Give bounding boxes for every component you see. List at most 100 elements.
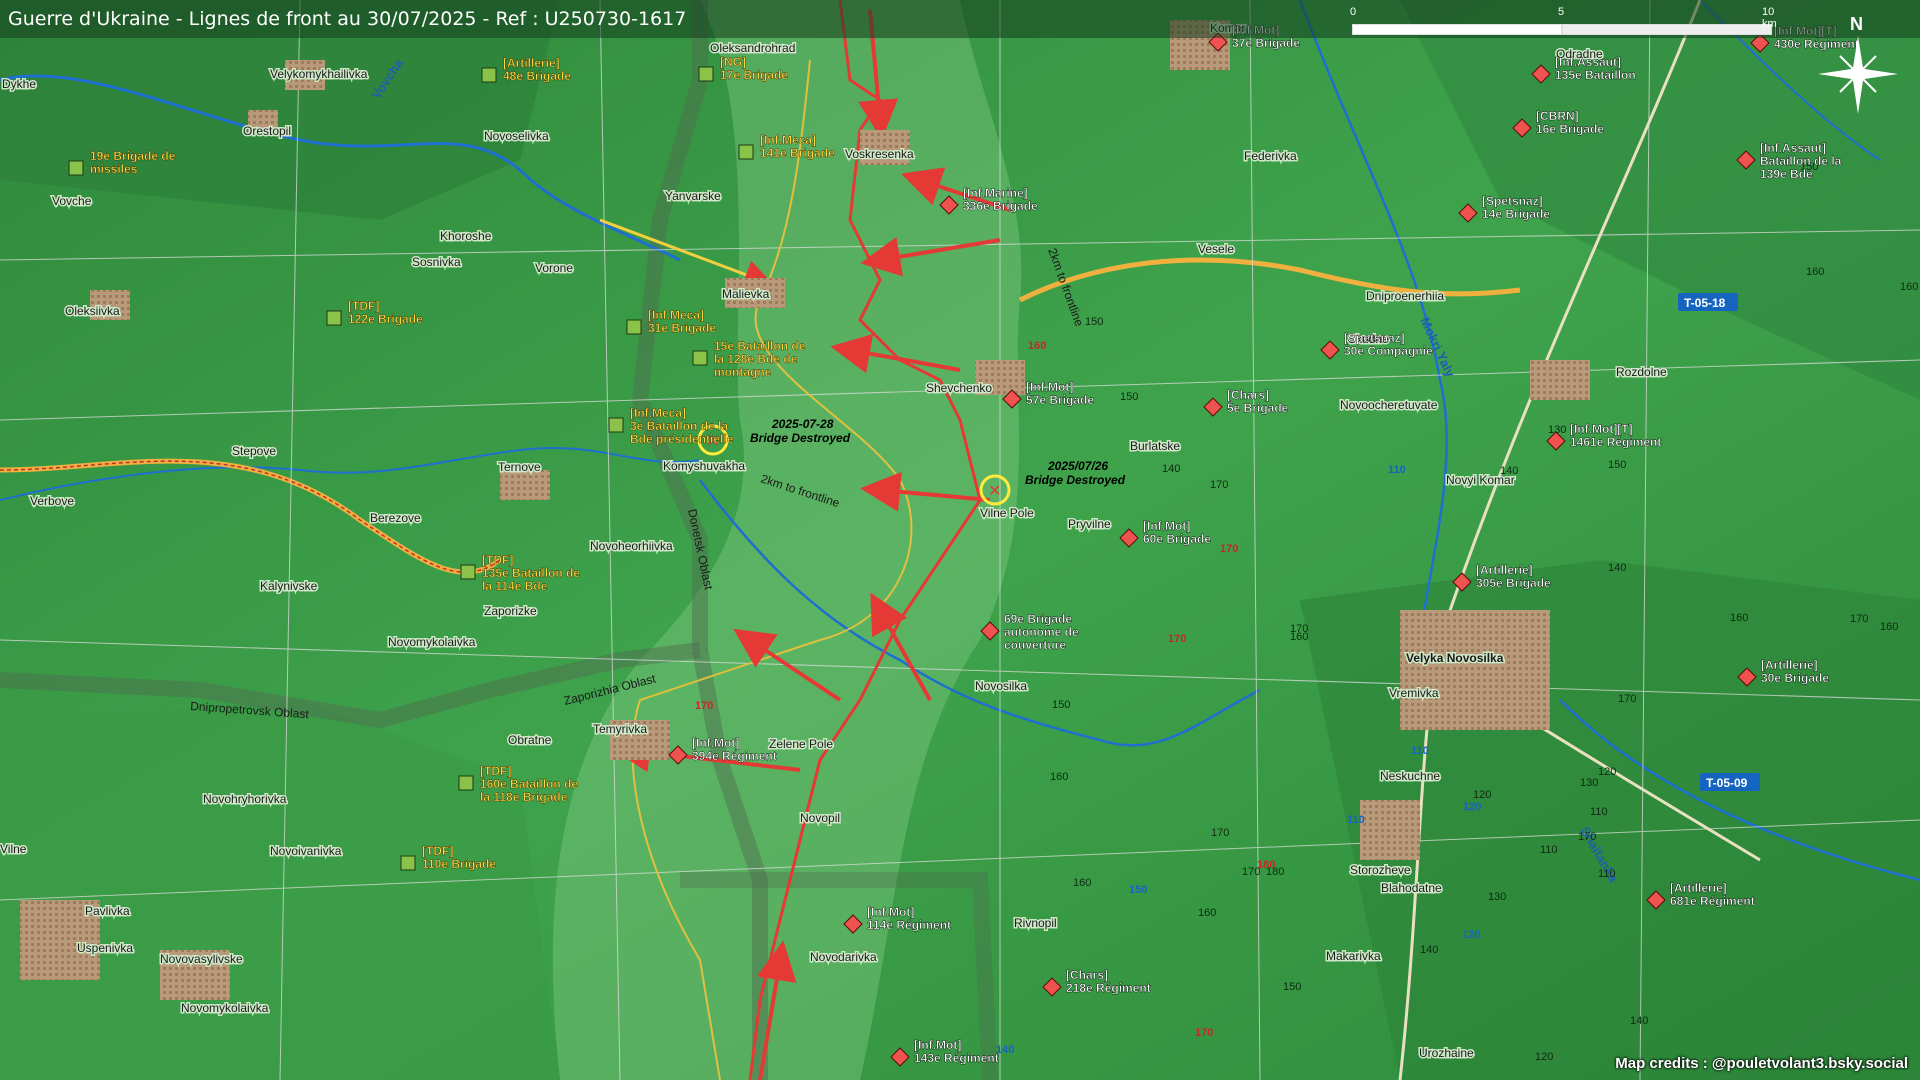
town-label: Vilne Pole <box>980 506 1034 520</box>
ukrainian-unit-icon <box>626 319 642 335</box>
road-label: T-05-09 <box>1700 773 1760 791</box>
elevation-label: 170 <box>1211 827 1229 839</box>
town-label: Novoocheretuvate <box>1340 398 1438 412</box>
town-label: Neskuchne <box>1380 769 1440 783</box>
road-label: T-05-18 <box>1678 293 1738 311</box>
elevation-label: 160 <box>1198 907 1216 919</box>
svg-text:✕: ✕ <box>988 483 1001 500</box>
map-canvas[interactable]: Velykomykhailivka Orestopil Oleksandrohrad… <box>0 0 1920 1080</box>
elevation-label: 120 <box>1535 1051 1553 1063</box>
elevation-label: 120 <box>1473 789 1491 801</box>
map-credits: Map credits : @pouletvolant3.bsky.social <box>1615 1055 1908 1072</box>
route-number: 160 <box>1028 340 1046 352</box>
route-number: 120 <box>1463 801 1481 813</box>
town-label: Khoroshe <box>440 229 492 243</box>
elevation-label: 160 <box>1050 771 1068 783</box>
elevation-label: 110 <box>1590 806 1608 818</box>
route-number: 170 <box>1220 543 1238 555</box>
elevation-label: 140 <box>1630 1015 1648 1027</box>
elevation-label: 170 <box>1850 613 1868 625</box>
elevation-label: 150 <box>1052 699 1070 711</box>
compass-icon: N <box>1818 14 1898 114</box>
town-label: Komyshuvakha <box>663 459 745 473</box>
elevation-label: 160 <box>1880 621 1898 633</box>
town-label: Novohryhorivka <box>203 792 287 806</box>
elevation-label: 140 <box>1500 465 1518 477</box>
elevation-label: 140 <box>1162 463 1180 475</box>
route-number: 110 <box>1347 814 1365 826</box>
town-label: Sosnivka <box>412 255 461 269</box>
town-label: Zelene Pole <box>769 737 833 751</box>
elevation-label: 150 <box>1283 981 1301 993</box>
elevation-label: 150 <box>1120 391 1138 403</box>
elevation-label: 110 <box>1540 844 1558 856</box>
route-number: 170 <box>695 700 713 712</box>
town-label: Dniproenerhiia <box>1366 289 1444 303</box>
scale-label: 0 <box>1350 6 1357 18</box>
town-label: Voskresenka <box>845 147 914 161</box>
elevation-label: 160 <box>1073 877 1091 889</box>
town-label: Stepove <box>232 444 276 458</box>
town-label: Velyka Novosilka <box>1406 651 1504 665</box>
ukrainian-unit-icon <box>738 144 754 160</box>
town-label: Pryvilne <box>1068 517 1111 531</box>
elevation-label: 130 <box>1580 777 1598 789</box>
elevation-label: 170 <box>1618 693 1636 705</box>
route-number: 110 <box>1388 464 1406 476</box>
ukrainian-unit-icon <box>608 417 624 433</box>
town-label: Rivnopil <box>1014 916 1057 930</box>
elevation-label: 170 <box>1210 479 1228 491</box>
ukrainian-unit-icon <box>68 160 84 176</box>
town-label: Novomykolaivka <box>181 1001 269 1015</box>
town-label: Novoivanivka <box>270 844 342 858</box>
town-label: Oleksiivka <box>65 304 120 318</box>
town-label: Vesele <box>1198 242 1234 256</box>
map-title: Guerre d'Ukraine - Lignes de front au 30… <box>8 8 687 30</box>
town-label: Berezove <box>370 511 421 525</box>
elevation-label: 110 <box>1598 868 1616 880</box>
bridge-label: Bridge Destroyed <box>750 431 851 445</box>
elevation-label: 120 <box>1598 766 1616 778</box>
elevation-label: 160 <box>1806 266 1824 278</box>
ukrainian-unit-icon <box>460 564 476 580</box>
elevation-label: 140 <box>1420 944 1438 956</box>
svg-text:N: N <box>1850 14 1863 34</box>
scale-label: 5 <box>1558 6 1565 18</box>
scale-segment <box>1352 24 1562 35</box>
town-label: Rozdolne <box>1616 365 1667 379</box>
town-label: Vovche <box>52 194 92 208</box>
town-label: Novopil <box>800 811 840 825</box>
town-label: Velykomykhailivka <box>270 67 368 81</box>
route-number: 110 <box>1411 745 1429 757</box>
town-label: Vilne <box>0 842 27 856</box>
town-label: Novovasylivske <box>160 952 243 966</box>
route-number: 170 <box>1195 1027 1213 1039</box>
ukrainian-unit-icon <box>692 350 708 366</box>
town-label: Verbove <box>30 494 74 508</box>
route-number: 120 <box>1462 929 1480 941</box>
town-label: Federivka <box>1244 149 1297 163</box>
elevation-label: 170 <box>1578 831 1596 843</box>
town-label: Urozhaine <box>1419 1046 1474 1060</box>
route-number: 170 <box>1168 633 1186 645</box>
svg-text:T-05-09: T-05-09 <box>1706 776 1748 790</box>
elevation-label: 150 <box>1608 459 1626 471</box>
town-label: Vorone <box>535 261 573 275</box>
elevation-label: 140 <box>1608 562 1626 574</box>
town-label: Oleksandrohrad <box>710 41 795 55</box>
town-label: Obratne <box>508 733 552 747</box>
scale-segment <box>1562 24 1772 35</box>
town-label: Blahodatne <box>1381 881 1442 895</box>
unit-label: [Inf.Marine] 336e Brigade <box>963 186 1038 213</box>
town-label: Zaporizke <box>484 604 537 618</box>
bridge-date: 2025/07/26 <box>1047 459 1108 473</box>
town-label: Novodarivka <box>810 950 877 964</box>
ukrainian-unit-icon <box>481 67 497 83</box>
route-number: 180 <box>1257 859 1275 871</box>
town-label: Temyrivka <box>593 722 647 736</box>
town-label: Yanvarske <box>665 189 721 203</box>
svg-text:T-05-18: T-05-18 <box>1684 296 1726 310</box>
elevation-label: 160 <box>1730 612 1748 624</box>
town-label: Kalynivske <box>260 579 318 593</box>
elevation-label: 160 <box>1900 281 1918 293</box>
